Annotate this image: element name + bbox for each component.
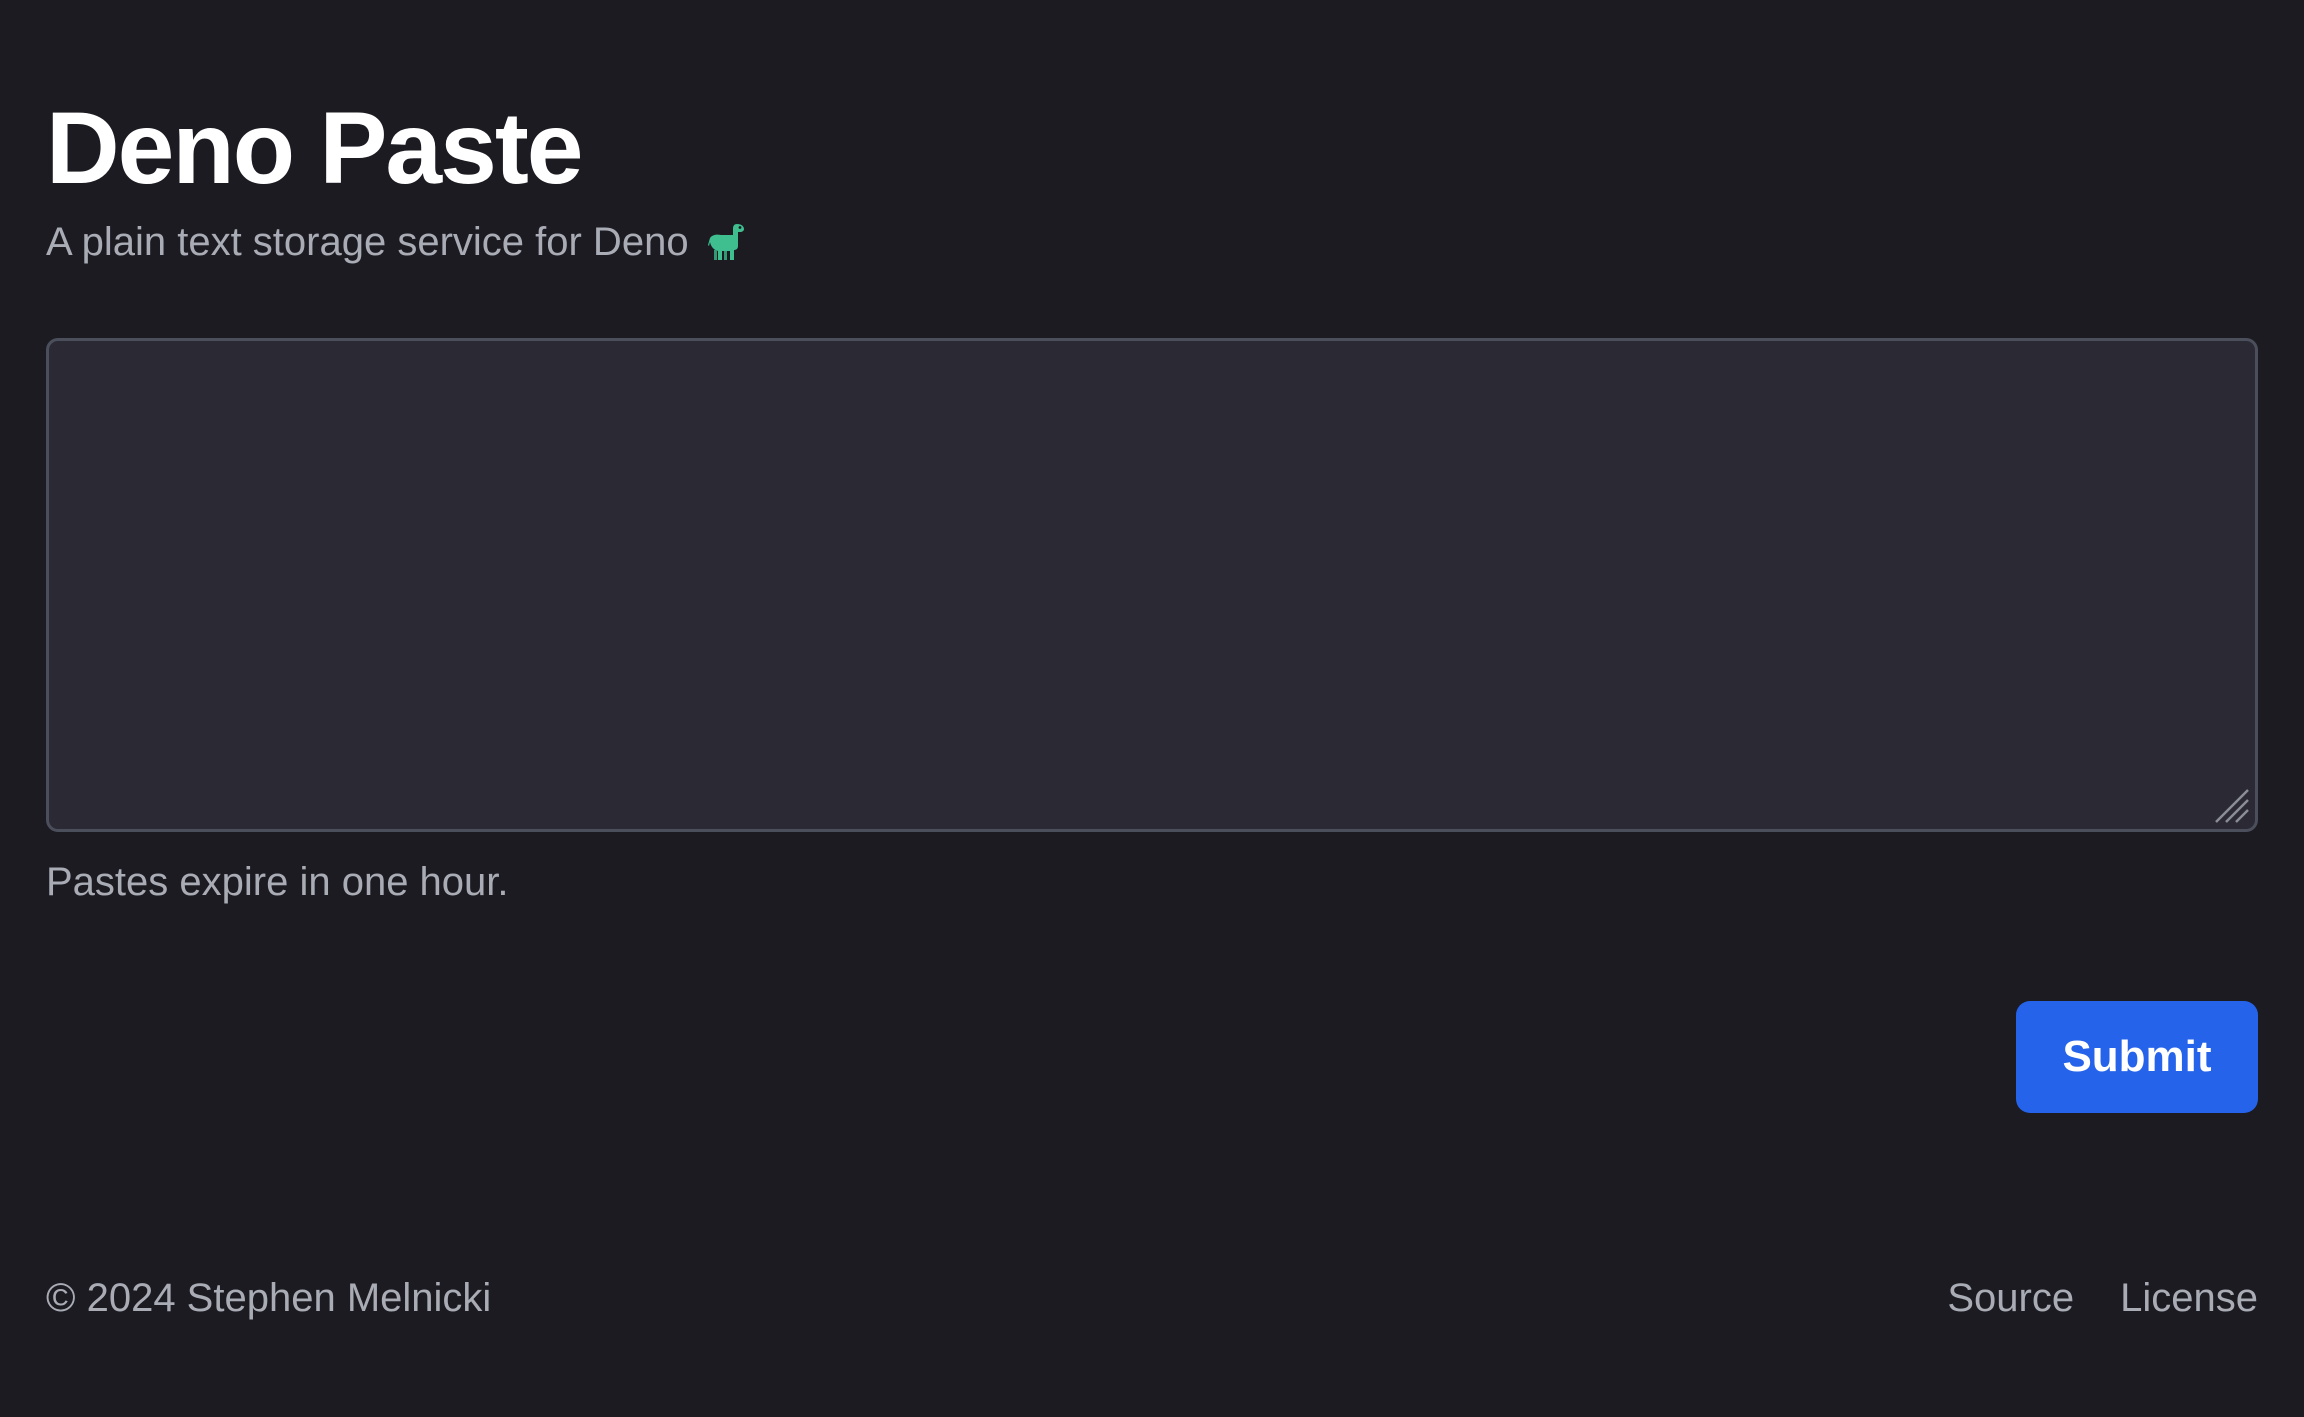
page-subtitle: A plain text storage service for Deno — [46, 216, 747, 268]
source-link[interactable]: Source — [1947, 1270, 2074, 1326]
submit-button[interactable]: Submit — [2016, 1001, 2258, 1113]
expiry-note: Pastes expire in one hour. — [46, 860, 509, 904]
footer-links: Source License — [1947, 1270, 2258, 1326]
copyright-text: © 2024 Stephen Melnicki — [46, 1276, 492, 1320]
license-link[interactable]: License — [2120, 1270, 2258, 1326]
sauropod-dinosaur-icon — [707, 220, 747, 264]
subtitle-text: A plain text storage service for Deno — [46, 220, 689, 264]
resize-handle-icon[interactable] — [2210, 784, 2250, 824]
page-title: Deno Paste — [46, 91, 584, 205]
paste-textarea[interactable] — [46, 338, 2258, 832]
footer: © 2024 Stephen Melnicki Source License — [46, 1270, 2258, 1326]
page: Deno Paste A plain text storage service … — [46, 0, 2258, 1417]
